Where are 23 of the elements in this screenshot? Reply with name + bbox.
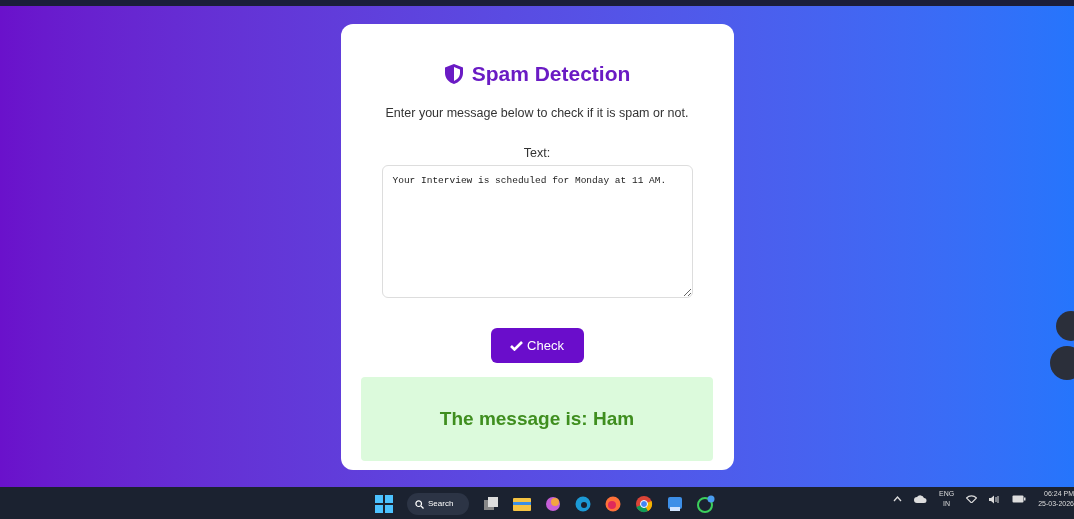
shield-icon — [443, 62, 464, 85]
app-icon[interactable] — [667, 496, 683, 512]
task-view-icon[interactable] — [483, 496, 499, 512]
search-field[interactable]: Search — [407, 493, 469, 515]
field-label: Text: — [523, 145, 551, 163]
windows-icon[interactable] — [375, 495, 393, 513]
browser-icon[interactable] — [605, 496, 621, 512]
side-button[interactable] — [1050, 346, 1074, 380]
app-icon[interactable] — [545, 496, 561, 512]
folder-icon[interactable] — [513, 496, 531, 512]
check-button[interactable]: Check — [490, 328, 584, 363]
cloud-icon[interactable] — [914, 495, 927, 503]
chevron-up-icon[interactable] — [893, 496, 902, 502]
battery-icon[interactable] — [1012, 495, 1027, 503]
message-field[interactable]: Your Interview is scheduled for Monday at 11 AM. — [381, 165, 693, 298]
result-text: The message is: Ham — [439, 406, 635, 431]
speaker-icon[interactable] — [989, 494, 1001, 504]
wifi-icon[interactable] — [966, 495, 978, 503]
search-icon — [415, 499, 424, 509]
checkmark-icon — [510, 340, 524, 351]
instruction-text: Enter your message below to check if it is spam or not. — [385, 104, 689, 122]
browser-icon[interactable] — [635, 495, 653, 513]
app-title: Spam Detection — [471, 61, 631, 87]
